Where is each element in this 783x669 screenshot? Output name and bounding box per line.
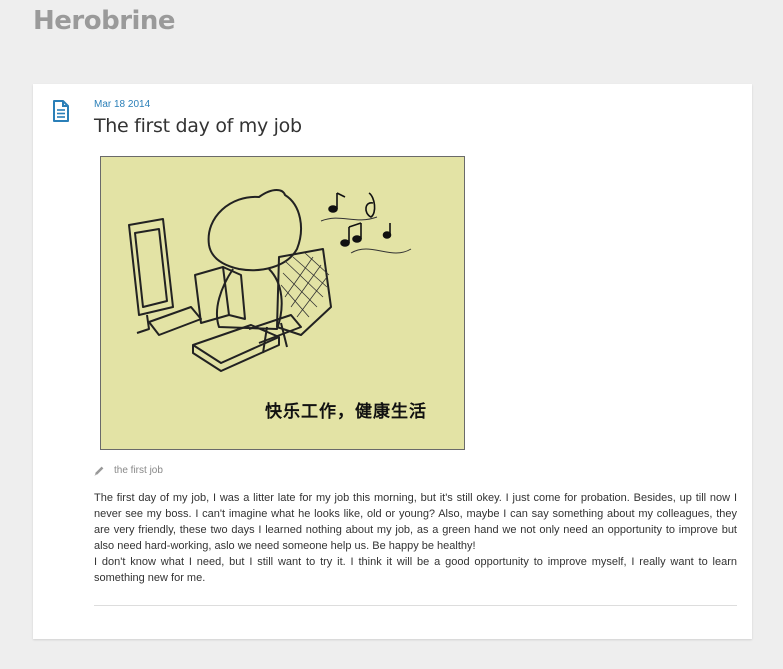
image-caption-chinese: 快乐工作，健康生活 <box>265 402 427 422</box>
post-paragraph: I don't know what I need, but I still wa… <box>94 556 737 584</box>
post-title[interactable]: The first day of my job <box>94 115 302 137</box>
post-paragraph: The first day of my job, I was a litter … <box>94 492 737 552</box>
document-icon <box>52 100 70 122</box>
post-card: Mar 18 2014 The first day of my job 快乐工作… <box>33 84 752 639</box>
pencil-icon <box>93 464 105 476</box>
site-title-link[interactable]: Herobrine <box>33 6 176 36</box>
tag-link-the-first-job[interactable]: the first job <box>114 465 163 476</box>
post-tags: the first job <box>93 464 163 476</box>
post-date-link[interactable]: Mar 18 2014 <box>94 99 150 110</box>
post-body: The first day of my job, I was a litter … <box>94 490 737 586</box>
post-illustration: 快乐工作，健康生活 <box>100 156 465 450</box>
post-divider <box>94 605 737 606</box>
